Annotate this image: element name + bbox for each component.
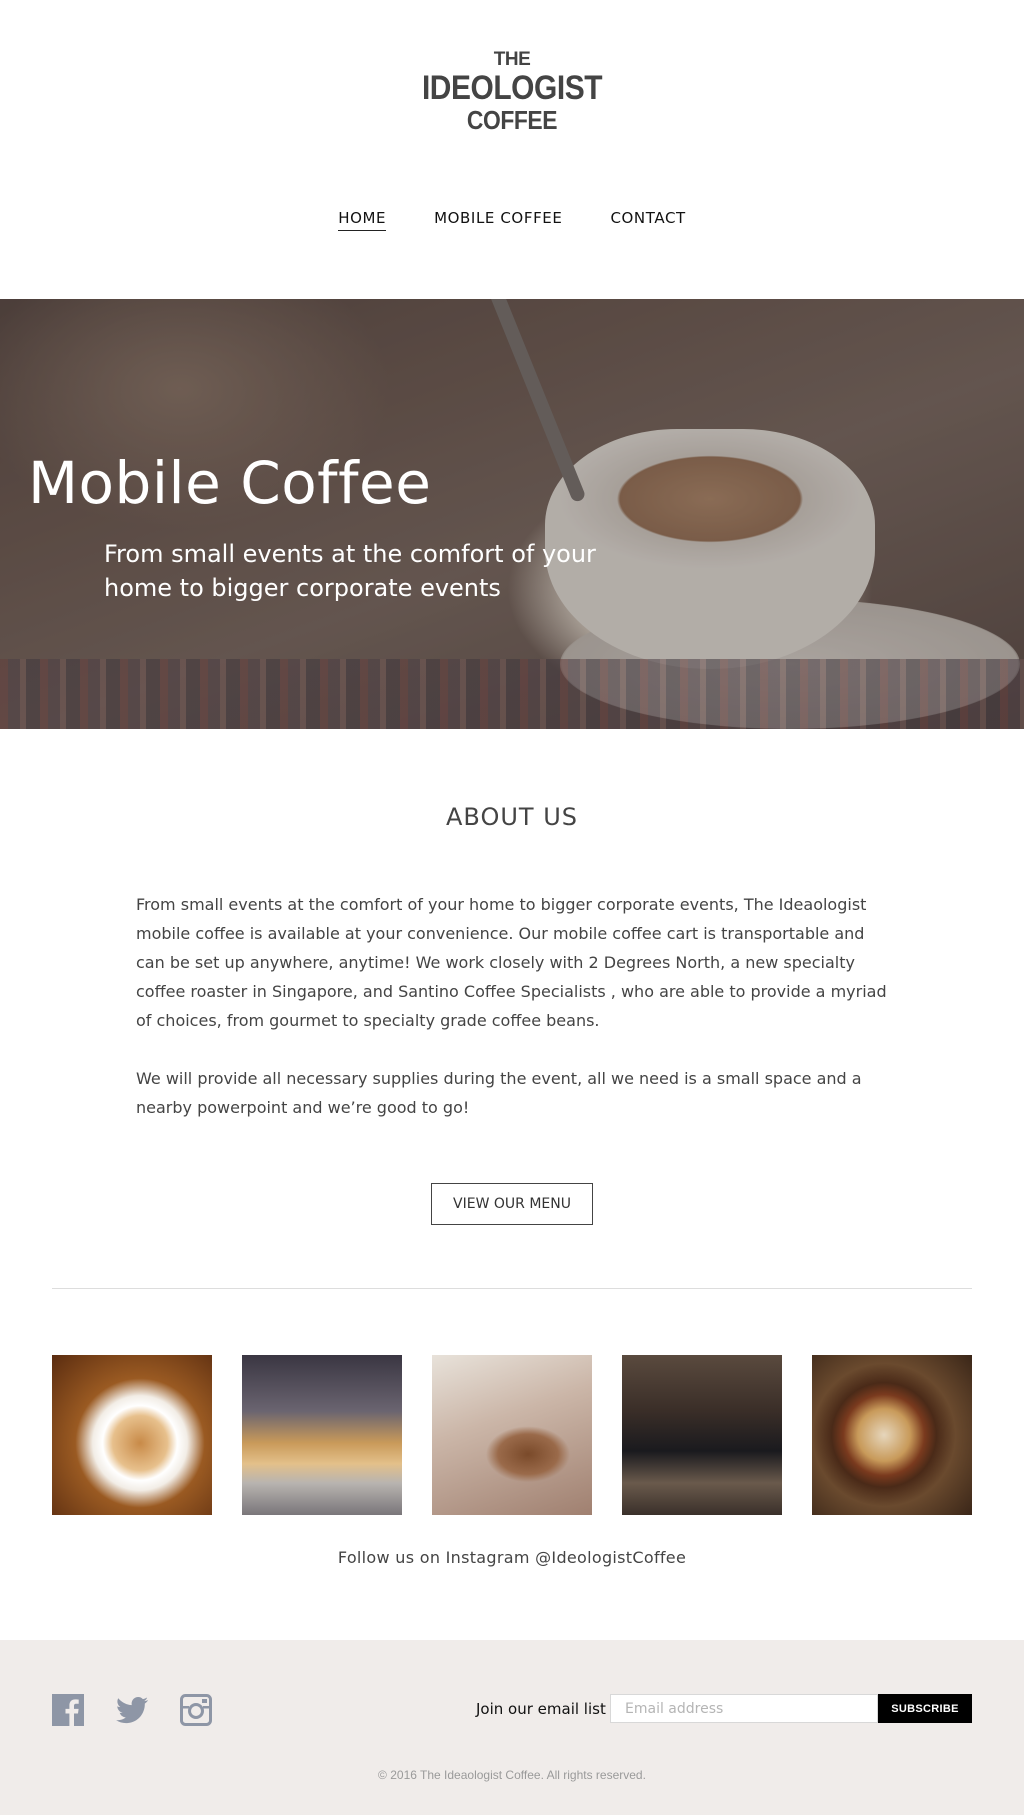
about-body: From small events at the comfort of your… <box>136 890 888 1122</box>
logo-line-the: THE <box>493 49 531 70</box>
gallery-image-espresso-shots[interactable] <box>622 1355 782 1515</box>
nav-item-home[interactable]: HOME <box>338 209 387 231</box>
email-list-label: Join our email list <box>476 1700 606 1718</box>
copyright-text: © 2016 The Ideaologist Coffee. All right… <box>378 1768 646 1782</box>
twitter-icon[interactable] <box>116 1694 148 1726</box>
nav-item-contact[interactable]: CONTACT <box>610 209 685 231</box>
nav-item-mobile-coffee[interactable]: MOBILE COFFEE <box>434 209 562 231</box>
section-divider <box>52 1288 972 1289</box>
about-paragraph-1: From small events at the comfort of your… <box>136 895 887 1030</box>
site-logo[interactable]: THE IDEOLOGIST COFFEE <box>0 49 1024 135</box>
logo-line-ideologist: IDEOLOGIST <box>421 69 603 107</box>
hero-banner: Mobile Coffee From small events at the c… <box>0 299 1024 729</box>
site-footer: Join our email list SUBSCRIBE © 2016 The… <box>0 1640 1024 1815</box>
instagram-gallery <box>52 1355 972 1515</box>
hero-title: Mobile Coffee <box>28 449 432 517</box>
social-links <box>52 1694 212 1726</box>
about-paragraph-2: We will provide all necessary supplies d… <box>136 1069 862 1117</box>
gallery-image-coffee-filter[interactable] <box>432 1355 592 1515</box>
about-title: ABOUT US <box>445 803 578 831</box>
logo-line-coffee: COFFEE <box>466 105 558 135</box>
gallery-image-latte-art[interactable] <box>812 1355 972 1515</box>
facebook-icon[interactable] <box>52 1694 84 1726</box>
instagram-icon[interactable] <box>180 1694 212 1726</box>
instagram-caption: Follow us on Instagram @IdeologistCoffee <box>337 1548 687 1567</box>
hero-subtitle: From small events at the comfort of your… <box>104 540 596 602</box>
email-input[interactable] <box>610 1694 878 1723</box>
view-menu-button[interactable]: VIEW OUR MENU <box>431 1183 593 1225</box>
subscribe-button[interactable]: SUBSCRIBE <box>878 1694 972 1723</box>
main-nav: HOME MOBILE COFFEE CONTACT <box>0 209 1024 231</box>
gallery-image-espresso-machine[interactable] <box>242 1355 402 1515</box>
gallery-image-latte-pour[interactable] <box>52 1355 212 1515</box>
